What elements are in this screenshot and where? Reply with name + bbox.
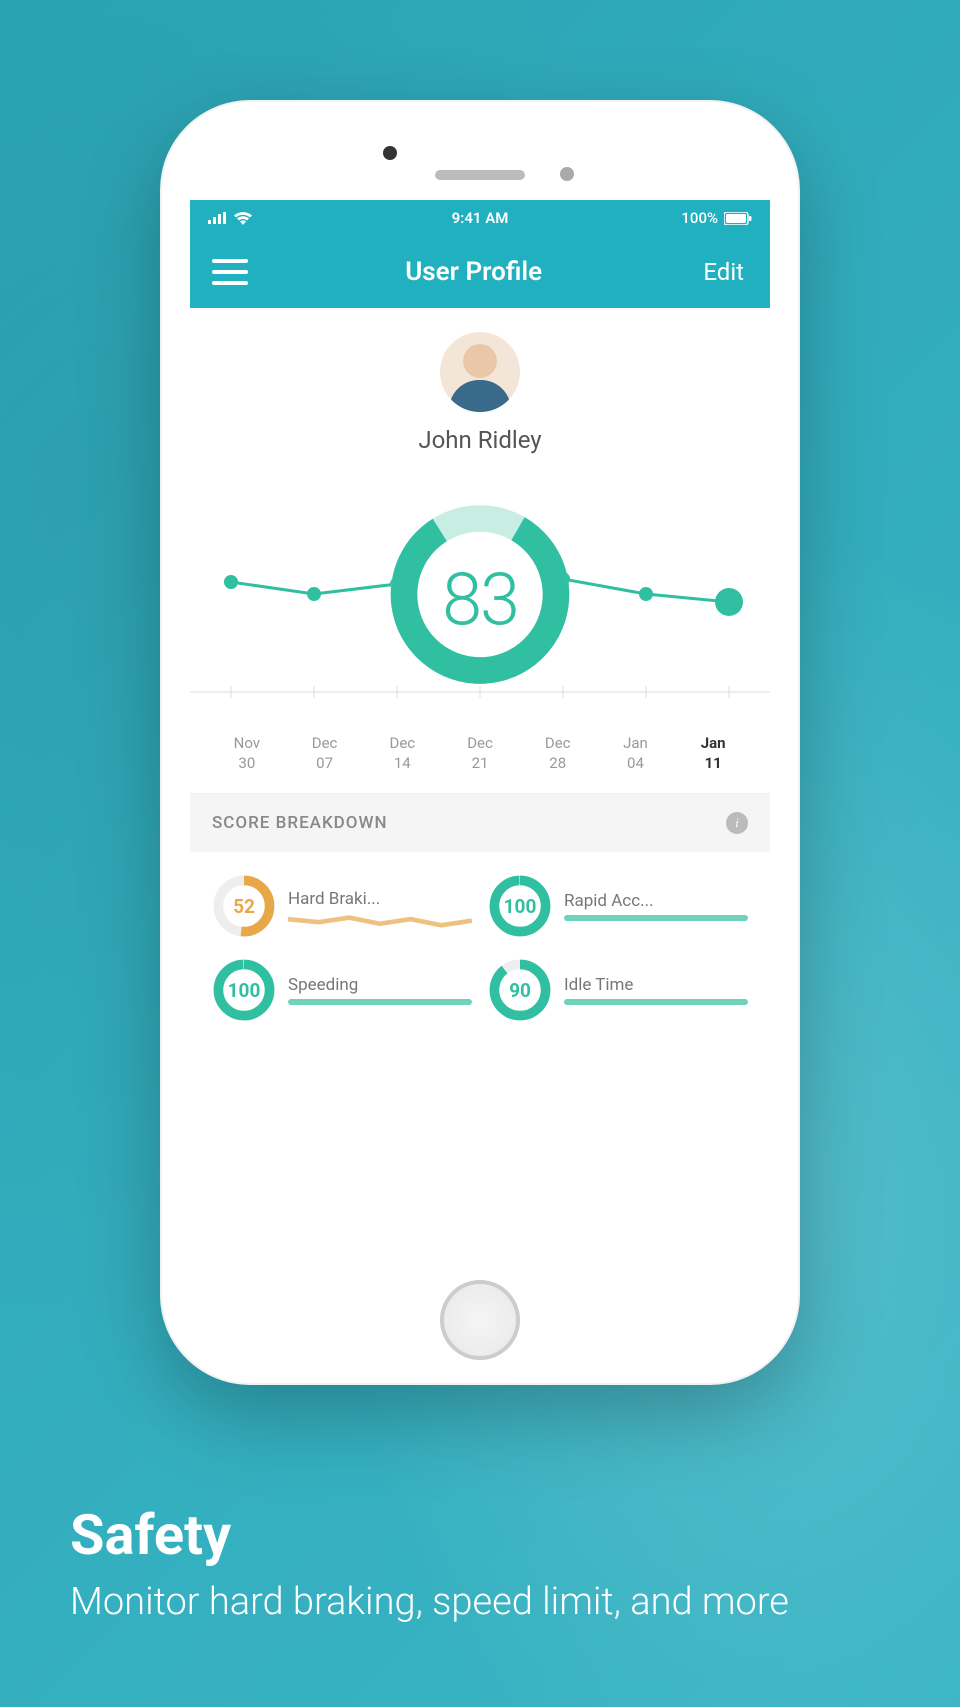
- phone-frame: 9:41 AM 100% User Profile Edit John Ridl…: [160, 100, 800, 1385]
- battery-icon: [724, 212, 752, 225]
- promo-text: Safety Monitor hard braking, speed limit…: [70, 1502, 900, 1627]
- menu-icon[interactable]: [212, 259, 248, 285]
- content-area: John Ridley 83: [190, 308, 770, 1270]
- app-screen: 9:41 AM 100% User Profile Edit John Ridl…: [190, 200, 770, 1270]
- date-item[interactable]: Jan04: [597, 734, 675, 773]
- status-bar: 9:41 AM 100%: [190, 200, 770, 236]
- info-icon[interactable]: i: [726, 812, 748, 834]
- wifi-icon: [234, 212, 252, 225]
- score-hard-braking[interactable]: 52 Hard Braki...: [212, 874, 472, 938]
- score-idle-time[interactable]: 90 Idle Time: [488, 958, 748, 1022]
- app-header: User Profile Edit: [190, 236, 770, 308]
- score-speeding[interactable]: 100 Speeding: [212, 958, 472, 1022]
- score-label: Speeding: [288, 975, 472, 995]
- date-item[interactable]: Dec14: [363, 734, 441, 773]
- score-grid: 52 Hard Braki... 100 Rapid Acc...: [190, 852, 770, 1032]
- sparkline: [564, 999, 748, 1005]
- ring-icon: 52: [212, 874, 276, 938]
- score-chart[interactable]: 83: [190, 474, 770, 734]
- sparkline: [288, 913, 472, 923]
- home-button[interactable]: [440, 1280, 520, 1360]
- promo-title: Safety: [70, 1502, 900, 1568]
- date-axis[interactable]: Nov30 Dec07 Dec14 Dec21 Dec28 Jan04 Jan1…: [190, 734, 770, 794]
- page-title: User Profile: [248, 257, 699, 287]
- breakdown-header: SCORE BREAKDOWN i: [190, 794, 770, 852]
- date-item-active[interactable]: Jan11: [674, 734, 752, 773]
- sparkline: [288, 999, 472, 1005]
- promo-subtitle: Monitor hard braking, speed limit, and m…: [70, 1578, 900, 1627]
- score-label: Idle Time: [564, 975, 748, 995]
- score-label: Hard Braki...: [288, 889, 472, 909]
- signal-icon: [208, 212, 228, 224]
- battery-percent: 100%: [681, 209, 718, 227]
- ring-icon: 100: [488, 874, 552, 938]
- date-item[interactable]: Dec28: [519, 734, 597, 773]
- score-label: Rapid Acc...: [564, 891, 748, 911]
- status-time: 9:41 AM: [452, 209, 509, 227]
- user-name: John Ridley: [190, 426, 770, 454]
- date-item[interactable]: Dec21: [441, 734, 519, 773]
- score-value: 83: [442, 557, 518, 642]
- score-rapid-accel[interactable]: 100 Rapid Acc...: [488, 874, 748, 938]
- ring-icon: 90: [488, 958, 552, 1022]
- ring-icon: 100: [212, 958, 276, 1022]
- breakdown-title: SCORE BREAKDOWN: [212, 813, 726, 833]
- date-item[interactable]: Nov30: [208, 734, 286, 773]
- avatar[interactable]: [440, 332, 520, 412]
- edit-button[interactable]: Edit: [699, 252, 748, 292]
- date-item[interactable]: Dec07: [286, 734, 364, 773]
- sparkline: [564, 915, 748, 921]
